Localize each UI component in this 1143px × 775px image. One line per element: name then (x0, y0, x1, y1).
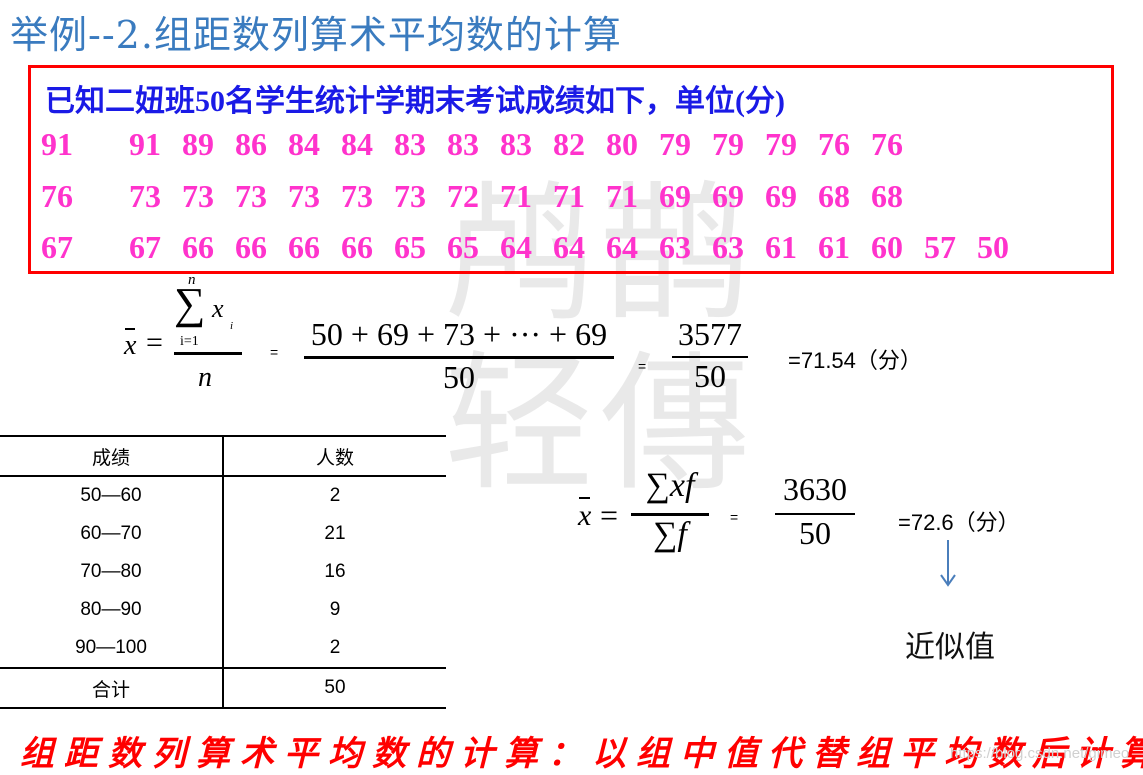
score-value: 71 (606, 178, 638, 214)
score-value: 82 (553, 126, 585, 162)
score-value: 73 (129, 178, 161, 214)
page-title: 举例--2.组距数列算术平均数的计算 (10, 13, 622, 57)
score-value: 61 (765, 229, 797, 265)
problem-intro: 已知二妞班50名学生统计学期末考试成绩如下，单位(分) (45, 85, 785, 118)
fraction-bar (174, 352, 242, 355)
score-value: 73 (288, 178, 320, 214)
weighted-mean-formula: x = ∑xf ∑f = 3630 50 =72.6（分） (578, 465, 1058, 575)
approximate-value-label: 近似值 (905, 630, 995, 665)
table-row: 90—100 2 (0, 629, 446, 668)
score-value: 66 (288, 229, 320, 265)
score-value: 64 (500, 229, 532, 265)
score-value: 68 (818, 178, 850, 214)
score-value: 71 (553, 178, 585, 214)
table-row: 50—60 2 (0, 476, 446, 515)
equals-sign-small: = (270, 344, 279, 360)
equals-sign: = (146, 326, 163, 359)
equals-sign-small-2: = (638, 358, 647, 374)
score-value: 63 (712, 229, 744, 265)
score-value: 73 (235, 178, 267, 214)
sum-fraction: n ∑ x i i=1 n (172, 272, 242, 393)
score-value: 83 (447, 126, 479, 162)
score-value: 79 (765, 126, 797, 162)
total-fraction: 3577 50 (670, 316, 750, 398)
score-value: 64 (553, 229, 585, 265)
simple-mean-result: =71.54（分） (788, 348, 922, 373)
score-value: 73 (394, 178, 426, 214)
table-row: 60—70 21 (0, 515, 446, 553)
table-header-row: 成绩 人数 (0, 435, 446, 477)
score-value: 68 (871, 178, 903, 214)
sigma-icon: ∑ (174, 279, 206, 328)
mean-symbol: x (124, 328, 137, 361)
score-value: 66 (182, 229, 214, 265)
score-value: 80 (606, 126, 638, 162)
mean-symbol: x (578, 497, 592, 532)
score-value: 91 (129, 126, 161, 162)
score-value: 66 (341, 229, 373, 265)
score-value: 63 (659, 229, 691, 265)
weighted-fraction: ∑xf ∑f (630, 467, 710, 562)
header-score: 成绩 (0, 435, 224, 477)
score-value: 65 (394, 229, 426, 265)
score-value: 89 (182, 126, 214, 162)
score-value: 61 (818, 229, 850, 265)
score-value: 60 (871, 229, 903, 265)
table-row: 80—90 9 (0, 591, 446, 629)
table-total-row: 合计 50 (0, 667, 446, 709)
score-value: 83 (500, 126, 532, 162)
score-value: 65 (447, 229, 479, 265)
table-row: 70—80 16 (0, 553, 446, 591)
score-value: 76 (818, 126, 850, 162)
header-count: 人数 (223, 435, 446, 477)
score-value: 64 (606, 229, 638, 265)
url-watermark: https://blog.csdn.net/gimeo (950, 745, 1130, 762)
score-value: 84 (288, 126, 320, 162)
score-value: 86 (235, 126, 267, 162)
frequency-table: 成绩 人数 50—60 2 60—70 21 70—80 16 80—90 9 90—1… (0, 435, 446, 709)
score-value: 71 (500, 178, 532, 214)
score-value: 84 (341, 126, 373, 162)
score-value: 57 (924, 229, 956, 265)
score-row-1: 91 91 89 86 84 84 83 83 83 82 80 79 79 79 76 76 (41, 126, 924, 166)
expanded-fraction: 50 + 69 + 73 + ··· + 69 50 (304, 316, 614, 399)
score-value: 50 (977, 229, 1009, 265)
score-value: 91 (41, 126, 73, 162)
score-value: 76 (871, 126, 903, 162)
score-value: 83 (394, 126, 426, 162)
arrow-down-icon (940, 540, 956, 587)
score-value: 67 (129, 229, 161, 265)
score-value: 69 (712, 178, 744, 214)
score-value: 69 (765, 178, 797, 214)
weighted-total-fraction: 3630 50 (774, 471, 856, 557)
equals-sign-small: = (730, 509, 739, 525)
score-row-3: 67 67 66 66 66 66 65 65 64 64 64 63 63 61 61 60 57 50 (41, 229, 1030, 269)
score-value: 73 (182, 178, 214, 214)
equals-sign: = (600, 497, 619, 533)
score-value: 76 (41, 178, 73, 214)
score-value: 79 (712, 126, 744, 162)
raw-data-box: 已知二妞班50名学生统计学期末考试成绩如下，单位(分) 91 91 89 86 84 84… (28, 65, 1114, 274)
simple-mean-formula: x = n ∑ x i i=1 n = 50 + 69 + 73 + ··· +… (120, 272, 922, 408)
score-value: 69 (659, 178, 691, 214)
score-row-2: 76 73 73 73 73 73 73 72 71 71 71 69 69 69 68 68 (41, 178, 924, 218)
score-value: 66 (235, 229, 267, 265)
score-value: 67 (41, 229, 73, 265)
score-value: 79 (659, 126, 691, 162)
score-value: 73 (341, 178, 373, 214)
score-value: 72 (447, 178, 479, 214)
weighted-mean-result: =72.6（分） (898, 510, 1020, 535)
